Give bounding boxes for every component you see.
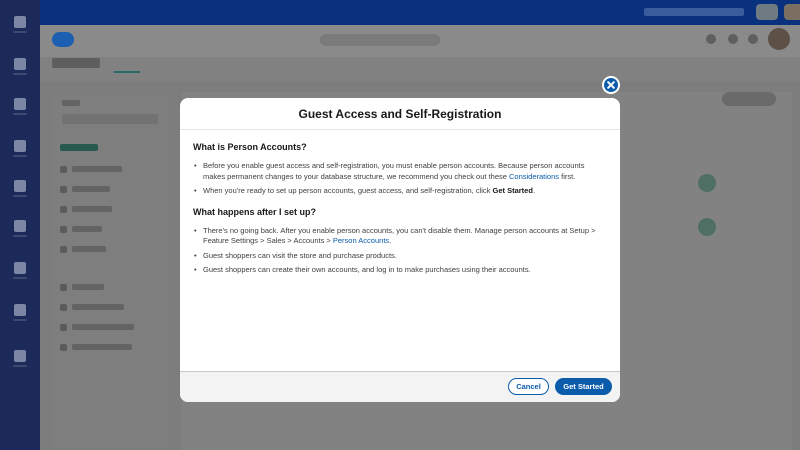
list-item-text: There's no going back. After you enable … [203,225,596,246]
header-icon [706,34,716,44]
global-search-placeholder [320,34,440,46]
left-panel-row [72,166,122,172]
left-panel-row [72,344,132,350]
list-item: There's no going back. After you enable … [193,226,608,247]
modal-body: What is Person Accounts? Before you enab… [180,130,620,372]
nav-item [12,58,28,75]
person-accounts-list: Before you enable guest access and self-… [193,161,608,197]
top-banner [40,0,800,25]
banner-chip [784,4,800,20]
list-item-text: When you're ready to set up person accou… [203,186,493,195]
left-panel-row [72,304,124,310]
section-heading-person-accounts: What is Person Accounts? [193,142,307,152]
left-panel-row [72,206,112,212]
left-panel-row [72,226,102,232]
close-icon [604,78,618,92]
section-heading-after-setup: What happens after I set up? [193,206,317,217]
left-panel-row [72,284,104,290]
left-panel-icon [60,206,67,213]
modal-title: Guest Access and Self-Registration [298,106,502,121]
person-accounts-link[interactable]: Person Accounts [333,236,389,245]
salesforce-cloud-icon [52,32,74,47]
nav-item [12,140,28,157]
list-item: Guest shoppers can create their own acco… [193,265,608,276]
nav-item [12,220,28,237]
guest-access-modal: Guest Access and Self-Registration What … [180,98,620,402]
list-item-text: Guest shoppers can create their own acco… [203,265,531,274]
list-item: When you're ready to set up person accou… [193,186,608,197]
list-item-text: . [532,186,536,195]
banner-chip [756,4,778,20]
left-panel-row [72,324,134,330]
modal-header: Guest Access and Self-Registration [180,98,620,130]
list-item: Before you enable guest access and self-… [193,161,608,182]
list-item: Guest shoppers can visit the store and p… [193,251,608,262]
header-icon [728,34,738,44]
left-panel-row [62,100,80,106]
left-panel-icon [60,186,67,193]
cancel-button[interactable]: Cancel [508,378,549,395]
app-tab-placeholder [114,61,140,73]
left-panel-icon [60,246,67,253]
nav-item [12,16,28,33]
header-icon [748,34,758,44]
get-started-emphasis: Get Started [492,186,533,195]
app-nav-rail [0,0,40,450]
app-title-placeholder [52,58,100,68]
list-item-text: first. [559,171,576,181]
modal-footer: Cancel Get Started [180,371,620,402]
list-item-text: Guest shoppers can visit the store and p… [203,250,397,260]
main-panel-button-placeholder [722,92,776,106]
nav-item [12,180,28,197]
left-panel-selected [60,144,98,151]
nav-item [12,262,28,279]
left-panel-search [62,114,158,124]
get-started-button[interactable]: Get Started [555,378,612,395]
banner-text-placeholder [644,8,744,16]
left-panel-icon [60,324,67,331]
left-panel-icon [60,226,67,233]
nav-item [12,350,28,367]
left-panel-row [72,186,110,192]
left-panel-icon [60,284,67,291]
main-panel-icon [698,218,716,236]
main-panel-icon [698,174,716,192]
left-panel-row [72,246,106,252]
nav-item [12,98,28,115]
app-subheader [40,57,800,81]
close-modal-button[interactable] [602,76,620,94]
after-setup-list: There's no going back. After you enable … [193,226,608,276]
nav-item [12,304,28,321]
list-item-text: . [389,236,392,245]
left-panel-icon [60,344,67,351]
left-panel-icon [60,304,67,311]
considerations-link[interactable]: Considerations [509,172,559,181]
left-panel-icon [60,166,67,173]
avatar [768,28,790,50]
